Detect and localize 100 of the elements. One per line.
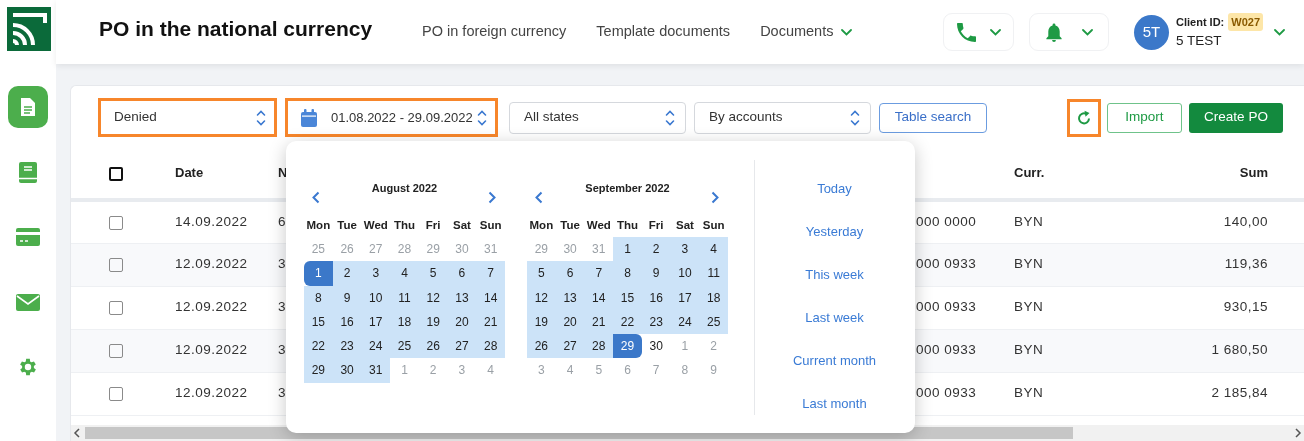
calendar-day[interactable]: 3 [670, 237, 700, 262]
refresh-button[interactable] [1067, 98, 1101, 137]
calendar-day[interactable]: 27 [555, 334, 585, 359]
calendar-day[interactable]: 31 [361, 358, 391, 383]
calendar-day[interactable]: 2 [641, 237, 671, 262]
calendar-day[interactable]: 6 [447, 261, 477, 286]
calendar-day[interactable]: 11 [390, 285, 419, 310]
calendar-day[interactable]: 21 [476, 309, 505, 335]
calendar-day[interactable]: 8 [304, 285, 333, 310]
row-checkbox[interactable] [109, 343, 123, 358]
calendar-day[interactable]: 10 [670, 261, 700, 286]
calendar-day[interactable]: 24 [361, 334, 391, 359]
create-po-button[interactable]: Create PO [1189, 102, 1283, 133]
calendar-day[interactable]: 12 [527, 285, 556, 310]
calendar-day[interactable]: 15 [304, 309, 333, 335]
weekday-label: Thu [392, 218, 417, 233]
calendar-day[interactable]: 26 [418, 334, 448, 359]
next-month-button[interactable] [711, 191, 719, 204]
calendar-day[interactable]: 22 [613, 309, 642, 335]
weekday-label: Tue [336, 218, 358, 233]
preset-option[interactable]: Last week [755, 296, 914, 339]
calendar-day[interactable]: 3 [361, 261, 391, 286]
calendar-day[interactable]: 1 [304, 261, 333, 286]
row-checkbox[interactable] [109, 300, 123, 315]
row-checkbox[interactable] [109, 257, 123, 272]
table-cell: 12.09.2022 [175, 256, 248, 272]
calendar-day[interactable]: 4 [390, 261, 419, 286]
calendar-day[interactable]: 7 [476, 261, 505, 286]
preset-option[interactable]: Current month [755, 339, 914, 382]
calendar-day[interactable]: 2 [332, 261, 362, 286]
calendar-day[interactable]: 30 [641, 334, 671, 359]
calendar-day[interactable]: 5 [527, 261, 556, 286]
weekday-label: Wed [585, 218, 612, 233]
calendar-day[interactable]: 15 [613, 285, 642, 310]
calendar-day[interactable]: 10 [361, 285, 391, 310]
calendar-day[interactable]: 29 [304, 358, 333, 383]
calendar-day[interactable]: 14 [584, 285, 614, 310]
calendar-day[interactable]: 21 [584, 309, 614, 335]
nav-link[interactable]: Documents [760, 21, 853, 43]
calendar-day[interactable]: 14 [476, 285, 505, 310]
calendar-day[interactable]: 25 [390, 334, 419, 359]
calendar-day[interactable]: 1 [613, 237, 642, 262]
previous-month-button[interactable] [535, 191, 543, 204]
calendar-day[interactable]: 25 [699, 309, 728, 335]
nav-link[interactable]: PO in foreign currency [422, 21, 567, 43]
calendar-day[interactable]: 30 [332, 358, 362, 383]
table-cell: 140,00 [1223, 214, 1268, 230]
calendar-day[interactable]: 28 [476, 334, 505, 359]
calendar-day[interactable]: 7 [584, 261, 614, 286]
calendar-day[interactable]: 4 [699, 237, 728, 262]
calendar-day[interactable]: 29 [613, 334, 642, 359]
user-avatar: 5T [1134, 14, 1169, 50]
calendar-day[interactable]: 5 [418, 261, 448, 286]
table-cell: BYN [1014, 342, 1044, 358]
calendar-day[interactable]: 18 [390, 309, 419, 335]
state-select[interactable]: All states [509, 101, 686, 134]
settings-icon [17, 356, 39, 378]
table-cell: 12.09.2022 [175, 299, 248, 315]
row-checkbox[interactable] [109, 386, 123, 401]
book-icon [19, 161, 37, 183]
calendar-day[interactable]: 19 [527, 309, 556, 335]
calendar-icon [301, 108, 317, 127]
previous-month-button[interactable] [312, 191, 320, 204]
sidebar-item[interactable] [8, 86, 48, 128]
calendar-day[interactable]: 26 [527, 334, 556, 359]
up-down-icon [477, 108, 487, 127]
table-cell: BYN [1014, 256, 1044, 272]
calendar-day[interactable]: 28 [584, 334, 614, 359]
calendar-day[interactable]: 11 [699, 261, 728, 286]
logo-icon [7, 7, 51, 51]
calendar-day[interactable]: 27 [447, 334, 477, 359]
calendar-day[interactable]: 23 [332, 334, 362, 359]
preset-option[interactable]: This week [755, 253, 914, 296]
weekday-label: Sat [674, 218, 695, 233]
accounts-select[interactable]: By accounts [694, 101, 871, 134]
calendar-day[interactable]: 18 [699, 285, 728, 310]
table-search-button[interactable]: Table search [879, 102, 987, 133]
table-cell: 6 [278, 214, 286, 230]
preset-option[interactable]: Yesterday [755, 210, 914, 253]
calendar-day[interactable]: 8 [613, 261, 642, 286]
calendar-day[interactable]: 22 [304, 334, 333, 359]
table-cell: 000 0933 [916, 342, 977, 358]
date-range-field[interactable]: 01.08.2022 - 29.09.2022 [285, 98, 498, 137]
row-checkbox[interactable] [109, 215, 123, 230]
preset-option[interactable]: Today [755, 167, 914, 210]
calendar-day[interactable]: 6 [555, 261, 585, 286]
calendar-day[interactable]: 9 [641, 261, 671, 286]
preset-option[interactable]: Last month [755, 382, 914, 425]
status-select[interactable]: Denied [98, 98, 277, 137]
select-all-checkbox[interactable] [109, 166, 123, 181]
next-month-button[interactable] [488, 191, 496, 204]
nav-link[interactable]: Template documents [596, 21, 731, 43]
phone-button[interactable] [943, 13, 1014, 51]
chevron-down-icon [1081, 28, 1093, 36]
table-cell: 000 0933 [916, 299, 977, 315]
calendar-day[interactable]: 17 [361, 309, 391, 335]
bell-icon [1045, 22, 1062, 42]
user-menu-button[interactable] [1274, 28, 1285, 36]
notifications-button[interactable] [1029, 13, 1109, 51]
import-button[interactable]: Import [1107, 102, 1182, 133]
